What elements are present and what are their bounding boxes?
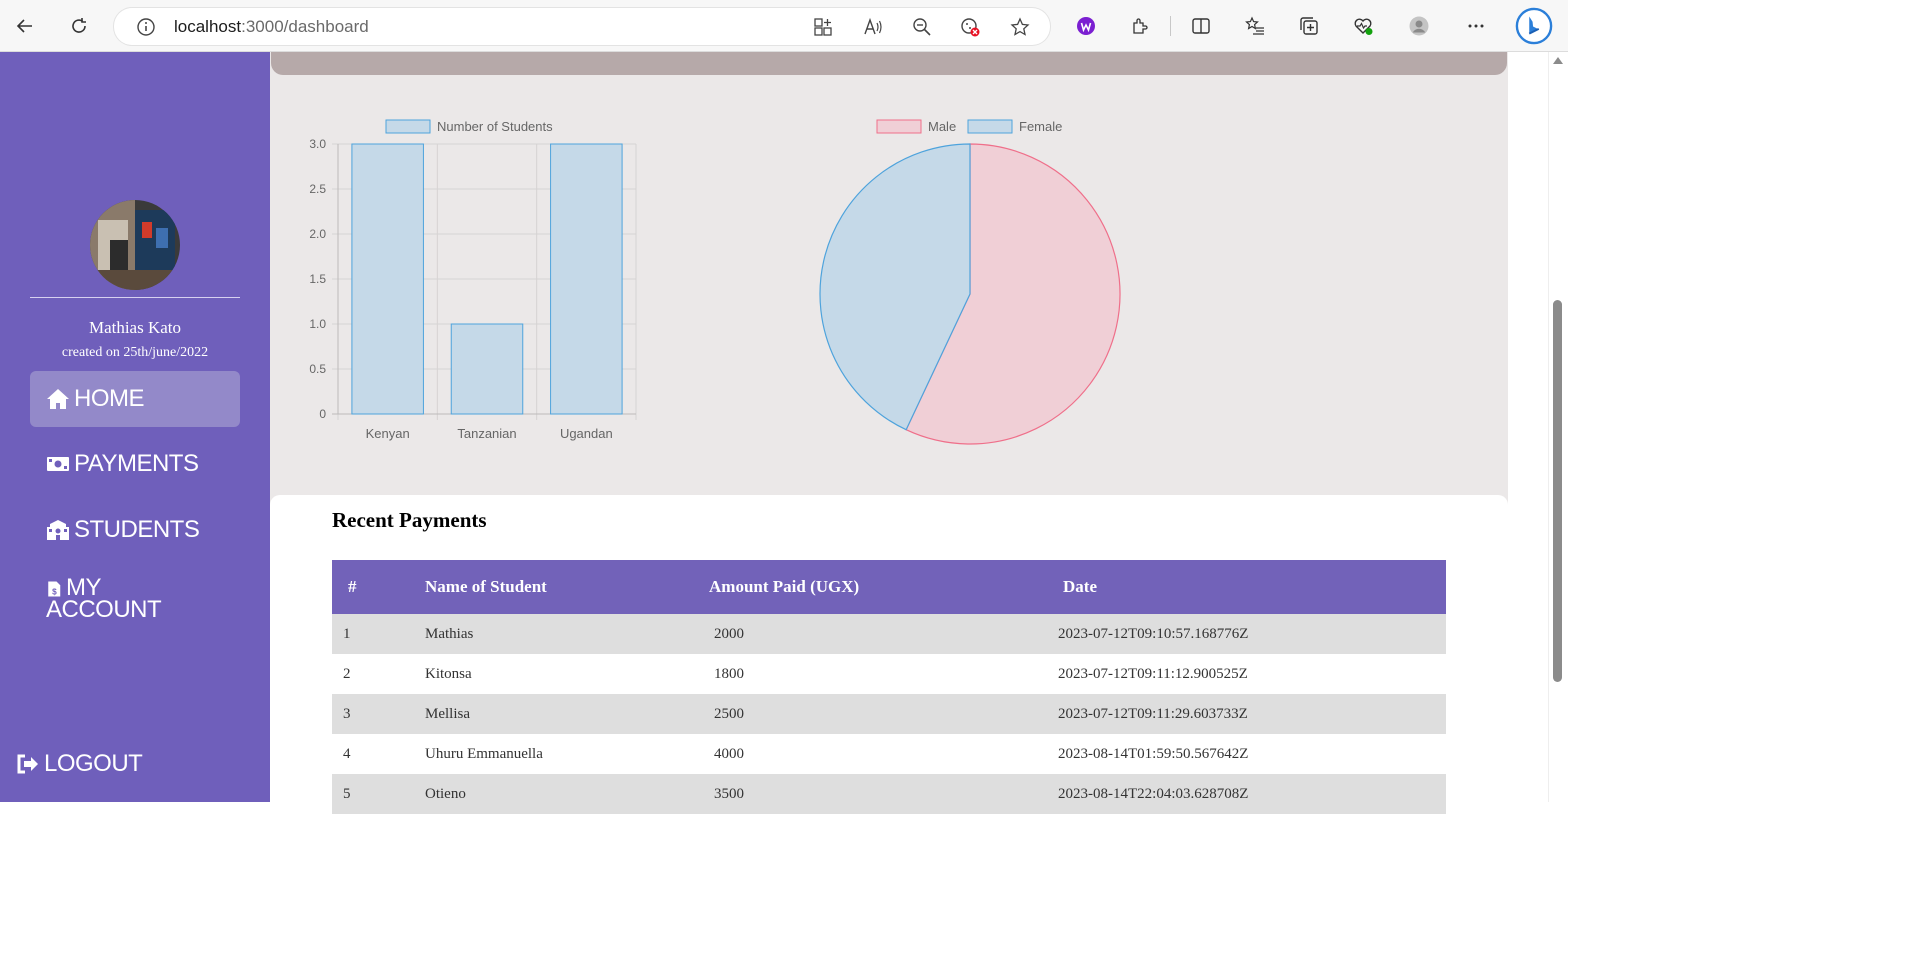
bar-y-tick-label: 2.5 bbox=[309, 182, 326, 196]
url-text[interactable]: localhost:3000/dashboard bbox=[174, 17, 369, 37]
nav-home[interactable]: HOME bbox=[30, 371, 240, 427]
bar-y-tick-label: 0.5 bbox=[309, 362, 326, 376]
header-amount: Amount Paid (UGX) bbox=[709, 577, 860, 596]
bing-chat-icon[interactable] bbox=[1514, 6, 1554, 46]
nav-logout[interactable]: LOGOUT bbox=[0, 736, 210, 792]
header-index: # bbox=[348, 577, 357, 596]
pie-legend-male-swatch bbox=[876, 119, 922, 134]
zoom-out-icon[interactable] bbox=[910, 15, 934, 39]
nav-payments[interactable]: PAYMENTS bbox=[30, 436, 240, 492]
nav-my-account-label-line2: ACCOUNT bbox=[46, 596, 162, 623]
table-row: 1 Mathias 2000 2023-07-12T09:10:57.16877… bbox=[332, 614, 1446, 654]
row-amount: 4000 bbox=[714, 745, 744, 762]
nav-payments-label: PAYMENTS bbox=[74, 450, 199, 477]
nav-my-account[interactable]: $ MY ACCOUNT bbox=[30, 576, 240, 637]
row-index: 4 bbox=[343, 745, 351, 762]
bar-x-tick-label: Tanzanian bbox=[457, 426, 516, 441]
charts-svg: Number of Students 3.0 2.5 2.0 1.5 1.0 0.5 0 Ken… bbox=[309, 119, 1121, 445]
page-scrollbar-thumb[interactable] bbox=[1553, 300, 1562, 682]
bar-legend-swatch bbox=[385, 119, 431, 134]
row-amount: 2000 bbox=[714, 625, 744, 642]
bar-y-tick-label: 1.0 bbox=[309, 317, 326, 331]
account-created-date: created on 25th/june/2022 bbox=[61, 345, 209, 360]
split-screen-icon[interactable] bbox=[1185, 10, 1217, 42]
row-student-name: Otieno bbox=[425, 785, 466, 802]
home-icon bbox=[47, 389, 69, 409]
bar-x-tick-label: Ugandan bbox=[560, 426, 613, 441]
header-student-name: Name of Student bbox=[425, 577, 547, 596]
header-bar bbox=[271, 52, 1507, 75]
table-row: 3 Mellisa 2500 2023-07-12T09:11:29.60373… bbox=[332, 694, 1446, 734]
payments-table-header: # Name of Student Amount Paid (UGX) Date bbox=[332, 560, 1446, 614]
site-info-icon[interactable] bbox=[134, 15, 158, 39]
scroll-up-arrow-icon[interactable] bbox=[1553, 56, 1563, 64]
table-row: 5 Otieno 3500 2023-08-14T22:04:03.628708… bbox=[332, 774, 1446, 814]
row-date: 2023-07-12T09:11:12.900525Z bbox=[1058, 665, 1248, 682]
app-grid-icon[interactable] bbox=[811, 15, 835, 39]
nav-students[interactable]: STUDENTS bbox=[30, 502, 240, 558]
recent-payments-section: Recent Payments # Name of Student Amount… bbox=[270, 495, 1508, 814]
row-date: 2023-08-14T22:04:03.628708Z bbox=[1058, 785, 1249, 802]
collections-icon[interactable] bbox=[1293, 10, 1325, 42]
table-row: 2 Kitonsa 1800 2023-07-12T09:11:12.90052… bbox=[332, 654, 1446, 694]
row-index: 2 bbox=[343, 665, 351, 682]
pie-legend-female-label: Female bbox=[1019, 119, 1062, 134]
header-date: Date bbox=[1063, 577, 1097, 596]
back-arrow-icon[interactable] bbox=[9, 10, 41, 42]
user-name: Mathias Kato bbox=[88, 318, 182, 337]
more-options-icon[interactable] bbox=[1460, 10, 1492, 42]
payments-table: # Name of Student Amount Paid (UGX) Date… bbox=[332, 560, 1446, 814]
bar-ugandan bbox=[550, 143, 623, 415]
row-student-name: Uhuru Emmanuella bbox=[425, 745, 543, 762]
bar-y-tick-label: 2.0 bbox=[309, 227, 326, 241]
bar-tanzanian bbox=[450, 323, 524, 415]
row-date: 2023-07-12T09:10:57.168776Z bbox=[1058, 625, 1249, 642]
nav-students-label: STUDENTS bbox=[74, 516, 200, 543]
sidebar: Mathias Kato created on 25th/june/2022 H… bbox=[0, 52, 270, 802]
extensions-puzzle-icon[interactable] bbox=[1124, 10, 1156, 42]
row-index: 1 bbox=[343, 625, 351, 642]
nav-home-label: HOME bbox=[74, 385, 145, 412]
bar-y-tick-label: 1.5 bbox=[309, 272, 326, 286]
nav-logout-label: LOGOUT bbox=[44, 750, 143, 777]
browser-essentials-icon[interactable] bbox=[1347, 10, 1379, 42]
profile-divider bbox=[30, 297, 240, 298]
money-icon bbox=[47, 457, 69, 471]
read-aloud-icon[interactable] bbox=[861, 15, 885, 39]
logout-icon bbox=[17, 754, 38, 774]
bar-legend-label: Number of Students bbox=[437, 119, 553, 134]
pie-legend-male-label: Male bbox=[928, 119, 956, 134]
user-avatar bbox=[90, 200, 180, 290]
row-amount: 2500 bbox=[714, 705, 744, 722]
favorite-star-icon[interactable] bbox=[1008, 15, 1032, 39]
bar-x-tick-label: Kenyan bbox=[366, 426, 410, 441]
recent-payments-title: Recent Payments bbox=[332, 508, 487, 532]
bar-y-tick-label: 3.0 bbox=[309, 137, 326, 151]
favorites-list-icon[interactable] bbox=[1239, 10, 1271, 42]
row-student-name: Kitonsa bbox=[425, 665, 472, 682]
row-index: 3 bbox=[343, 705, 351, 722]
school-icon bbox=[47, 520, 69, 540]
refresh-icon[interactable] bbox=[63, 10, 95, 42]
row-index: 5 bbox=[343, 785, 351, 802]
cookie-blocked-icon[interactable] bbox=[958, 15, 982, 39]
row-amount: 3500 bbox=[714, 785, 744, 802]
row-student-name: Mellisa bbox=[425, 705, 470, 722]
table-row: 4 Uhuru Emmanuella 4000 2023-08-14T01:59… bbox=[332, 734, 1446, 774]
pie-legend-female-swatch bbox=[967, 119, 1013, 134]
bar-y-tick-label: 0 bbox=[319, 407, 326, 421]
row-student-name: Mathias bbox=[425, 625, 474, 642]
charts-panel: Number of Students 3.0 2.5 2.0 1.5 1.0 0.5 0 Ken… bbox=[270, 75, 1508, 495]
profile-avatar-icon[interactable] bbox=[1403, 10, 1435, 42]
row-date: 2023-08-14T01:59:50.567642Z bbox=[1058, 745, 1249, 762]
row-date: 2023-07-12T09:11:29.603733Z bbox=[1058, 705, 1248, 722]
extension-w-icon[interactable] bbox=[1070, 10, 1102, 42]
main-content: Number of Students 3.0 2.5 2.0 1.5 1.0 0.5 0 Ken… bbox=[270, 52, 1508, 814]
address-bar[interactable]: localhost:3000/dashboard bbox=[114, 8, 1050, 45]
row-amount: 1800 bbox=[714, 665, 744, 682]
toolbar-separator bbox=[1170, 16, 1171, 36]
browser-toolbar: localhost:3000/dashboard bbox=[0, 0, 1568, 52]
bar-kenyan bbox=[351, 143, 424, 415]
